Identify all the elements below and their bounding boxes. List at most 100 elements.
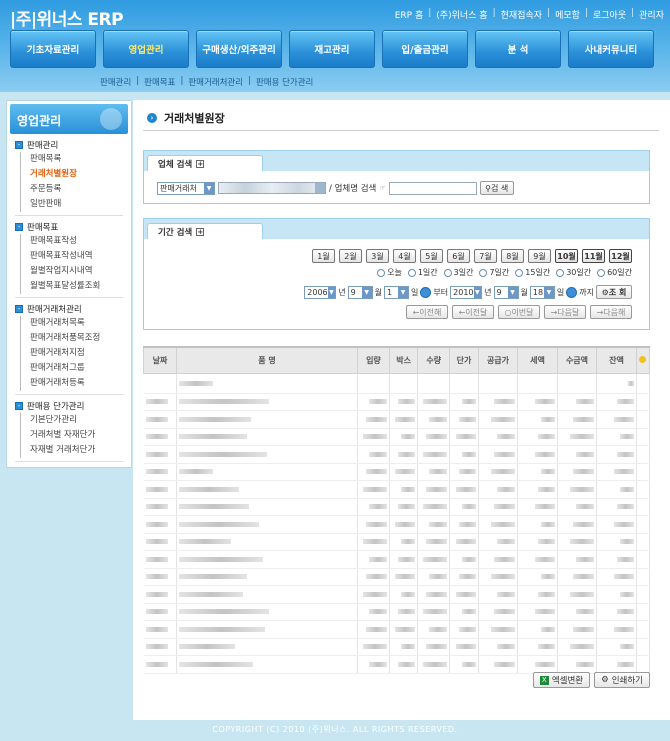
period-nav-button[interactable]: ← 이전달 xyxy=(452,305,494,319)
top-link-memo[interactable]: 메모함 xyxy=(555,8,580,21)
app-logo[interactable]: |주|위너스 ERP xyxy=(10,5,124,30)
to-year-select[interactable]: 2010 ▼ xyxy=(450,285,483,299)
sidebar-item[interactable]: 판매거래처목록 xyxy=(20,316,123,331)
nav-payments[interactable]: 입/출금관리 xyxy=(382,30,468,68)
sidebar-item[interactable]: 자재별 거래처단가 xyxy=(20,443,123,458)
month-button[interactable]: 12월 xyxy=(609,249,632,263)
table-row[interactable] xyxy=(143,550,651,569)
nav-basic-data[interactable]: 기초자료관리 xyxy=(10,30,96,68)
table-row[interactable] xyxy=(143,373,651,394)
month-button[interactable]: 1월 xyxy=(312,249,335,263)
sidebar-item[interactable]: 판매거래처등록 xyxy=(20,376,123,391)
column-header[interactable]: 세액 xyxy=(517,346,558,374)
period-nav-button[interactable]: ← 이전해 xyxy=(406,305,448,319)
table-row[interactable] xyxy=(143,638,651,656)
sidebar-item[interactable]: 월별작업지시내역 xyxy=(20,264,123,279)
column-header[interactable]: 입량 xyxy=(357,346,390,374)
top-link-current-users[interactable]: 현재접속자 xyxy=(501,8,542,21)
sidebar-group-title[interactable]: - 판매관리 xyxy=(15,138,123,152)
month-button[interactable]: 6월 xyxy=(447,249,470,263)
sidebar-group-title[interactable]: - 판매거래처관리 xyxy=(15,302,123,316)
range-radio[interactable]: 오늘 xyxy=(377,267,402,278)
from-calendar-icon[interactable] xyxy=(420,286,432,298)
company-select[interactable] xyxy=(218,182,326,194)
nav-inventory[interactable]: 재고관리 xyxy=(289,30,375,68)
column-header[interactable]: 날짜 xyxy=(143,346,177,374)
sidebar-item[interactable]: 판매거래처품목조정 xyxy=(20,331,123,346)
sidebar-group-title[interactable]: - 판매목표 xyxy=(15,220,123,234)
column-header[interactable]: 수량 xyxy=(417,346,451,374)
range-radio[interactable]: 60일간 xyxy=(597,267,632,278)
sidebar-item[interactable]: 판매거래처지점 xyxy=(20,346,123,361)
print-button[interactable]: ⚙ 인쇄하기 xyxy=(594,672,650,688)
table-row[interactable] xyxy=(143,515,651,534)
subnav-sales-client[interactable]: 판매거래처관리 xyxy=(188,76,243,88)
table-row[interactable] xyxy=(143,428,651,446)
from-day-select[interactable]: 1 ▼ xyxy=(384,285,410,299)
period-nav-button[interactable]: → 다음달 xyxy=(544,305,586,319)
table-row[interactable] xyxy=(143,620,651,639)
month-button[interactable]: 8월 xyxy=(501,249,524,263)
sidebar-item[interactable]: 판매목표작성내역 xyxy=(20,249,123,264)
table-row[interactable] xyxy=(143,410,651,429)
sidebar-item[interactable]: 월별목표달성률조회 xyxy=(20,279,123,294)
month-button[interactable]: 5월 xyxy=(420,249,443,263)
column-header[interactable]: 수금액 xyxy=(556,346,598,374)
from-month-select[interactable]: 9 ▼ xyxy=(347,285,373,299)
range-radio[interactable]: 1일간 xyxy=(407,267,438,278)
subnav-sales-target[interactable]: 판매목표 xyxy=(144,76,175,88)
top-link-erp-home[interactable]: ERP 홈 xyxy=(395,8,424,21)
subnav-sales-price[interactable]: 판매용 단가관리 xyxy=(256,76,313,88)
company-type-select[interactable]: 판매거래처 ▼ xyxy=(157,181,215,195)
month-button[interactable]: 7월 xyxy=(474,249,497,263)
nav-purchase-production[interactable]: 구매생산/외주관리 xyxy=(196,30,282,68)
top-link-company-home[interactable]: (주)위너스 홈 xyxy=(436,8,487,21)
table-row[interactable] xyxy=(143,445,651,464)
table-row[interactable] xyxy=(143,393,651,411)
sidebar-group-title[interactable]: - 판매용 단가관리 xyxy=(15,399,123,413)
query-button[interactable]: ⚙ 조 회 xyxy=(596,285,632,299)
range-radio[interactable]: 3일간 xyxy=(443,267,473,278)
month-button[interactable]: 4월 xyxy=(393,249,416,263)
range-radio[interactable]: 30일간 xyxy=(556,267,591,278)
from-year-select[interactable]: 2006 ▼ xyxy=(304,285,337,299)
period-nav-button[interactable]: ○ 이번달 xyxy=(498,305,540,319)
sidebar-item[interactable]: 거래처별원장 xyxy=(20,167,123,182)
to-calendar-icon[interactable] xyxy=(566,286,578,298)
month-button[interactable]: 2월 xyxy=(339,249,362,263)
to-month-select[interactable]: 9 ▼ xyxy=(493,285,519,299)
nav-analysis[interactable]: 분 석 xyxy=(475,30,561,68)
sidebar-item[interactable]: 판매거래처그룹 xyxy=(20,361,123,376)
table-row[interactable] xyxy=(143,463,651,481)
expand-plus-icon[interactable]: + xyxy=(196,159,205,168)
table-row[interactable] xyxy=(143,480,651,499)
search-button[interactable]: ⚲ 검 색 xyxy=(479,181,514,195)
sidebar-item[interactable]: 거래처별 자재단가 xyxy=(20,428,123,443)
subnav-sales-mgmt[interactable]: 판매관리 xyxy=(100,76,131,88)
sidebar-item[interactable]: 판매목표작성 xyxy=(20,234,123,249)
column-header[interactable]: 품 명 xyxy=(175,346,359,374)
to-day-select[interactable]: 18 ▼ xyxy=(529,285,555,299)
nav-community[interactable]: 사내커뮤니티 xyxy=(568,30,654,68)
table-row[interactable] xyxy=(143,655,651,674)
table-row[interactable] xyxy=(143,603,651,621)
month-button[interactable]: 9월 xyxy=(528,249,551,263)
top-link-admin[interactable]: 관리자 xyxy=(639,8,664,21)
top-link-logout[interactable]: 로그아웃 xyxy=(593,8,626,21)
excel-export-button[interactable]: X 엑셀변환 xyxy=(532,672,591,688)
month-button[interactable]: 11월 xyxy=(582,249,605,263)
sidebar-item[interactable]: 주문등록 xyxy=(20,182,123,197)
period-nav-button[interactable]: → 다음해 xyxy=(590,305,632,319)
column-header[interactable]: 박스 xyxy=(388,346,419,374)
table-row[interactable] xyxy=(143,498,651,516)
sidebar-item[interactable]: 판매목록 xyxy=(20,152,123,167)
sidebar-item[interactable]: 일반판매 xyxy=(20,197,123,212)
company-name-input[interactable] xyxy=(388,181,477,195)
table-row[interactable] xyxy=(143,568,651,586)
month-button[interactable]: 10월 xyxy=(555,249,578,263)
column-header[interactable]: 단가 xyxy=(449,346,479,374)
column-header[interactable]: 잔액 xyxy=(596,346,637,374)
range-radio[interactable]: 7일간 xyxy=(479,267,509,278)
month-button[interactable]: 3월 xyxy=(366,249,389,263)
table-row[interactable] xyxy=(143,585,651,604)
